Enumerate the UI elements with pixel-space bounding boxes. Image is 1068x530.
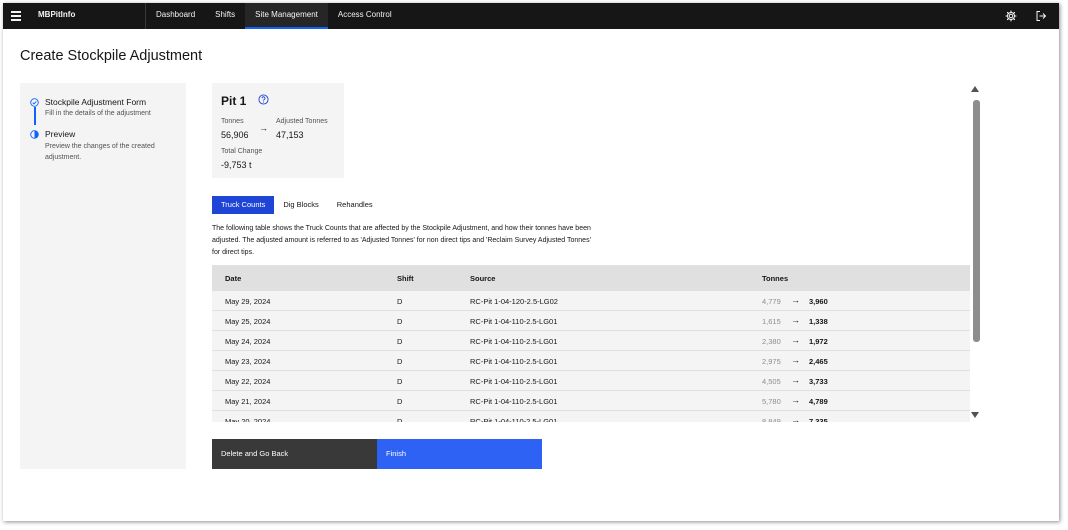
- delete-and-go-back-button[interactable]: Delete and Go Back: [212, 439, 377, 469]
- table-description: The following table shows the Truck Coun…: [212, 225, 591, 256]
- cell-date: May 23, 2024: [225, 357, 271, 366]
- step-subtitle: Fill in the details of the adjustment: [45, 110, 151, 117]
- cell-source: RC-Pit 1-04-110-2.5-LG01: [470, 377, 558, 386]
- gear-icon[interactable]: [1005, 10, 1017, 22]
- cell-shift: D: [397, 417, 403, 422]
- cell-tonnes-original: 2,975: [762, 357, 781, 366]
- finish-button[interactable]: Finish: [377, 439, 542, 469]
- adjusted-tonnes-label: Adjusted Tonnes: [276, 118, 328, 125]
- arrow-right-icon: →: [791, 395, 800, 405]
- cell-source: RC-Pit 1-04-110-2.5-LG01: [470, 417, 558, 422]
- cell-date: May 21, 2024: [225, 397, 271, 406]
- cell-tonnes-adjusted: 1,338: [809, 317, 828, 326]
- table-row: May 22, 2024 D RC-Pit 1-04-110-2.5-LG01 4,5…: [212, 371, 970, 391]
- cell-tonnes-adjusted: 2,465: [809, 357, 828, 366]
- table-row: May 25, 2024 D RC-Pit 1-04-110-2.5-LG01 1,6…: [212, 311, 970, 331]
- step-title: Stockpile Adjustment Form: [45, 97, 147, 107]
- cell-tonnes-adjusted: 7,335: [809, 417, 828, 422]
- logout-icon[interactable]: [1035, 10, 1047, 22]
- step-connector: [34, 107, 36, 125]
- column-header-tonnes[interactable]: Tonnes: [762, 274, 788, 283]
- nav-item-site-management[interactable]: Site Management: [245, 3, 328, 29]
- table-row: May 20, 2024 D RC-Pit 1-04-110-2.5-LG01 8,8…: [212, 411, 970, 422]
- cell-date: May 29, 2024: [225, 297, 271, 306]
- cell-tonnes-adjusted: 3,960: [809, 297, 828, 306]
- step-subtitle: Preview the changes of the created adjus…: [45, 143, 155, 161]
- cell-date: May 20, 2024: [225, 417, 271, 422]
- cell-tonnes-original: 4,505: [762, 377, 781, 386]
- cell-tonnes-original: 8,849: [762, 417, 781, 422]
- cell-shift: D: [397, 337, 403, 346]
- cell-shift: D: [397, 297, 403, 306]
- hamburger-icon[interactable]: [11, 11, 21, 21]
- arrow-right-icon: →: [791, 415, 800, 422]
- table-row: May 24, 2024 D RC-Pit 1-04-110-2.5-LG01 2,3…: [212, 331, 970, 351]
- cell-date: May 24, 2024: [225, 337, 271, 346]
- scroll-down-arrow-icon[interactable]: [971, 412, 979, 418]
- tab-truck-counts[interactable]: Truck Counts: [212, 196, 275, 214]
- table-row: May 21, 2024 D RC-Pit 1-04-110-2.5-LG01 5,7…: [212, 391, 970, 411]
- pit-name: Pit 1: [221, 94, 247, 108]
- cell-source: RC-Pit 1-04-110-2.5-LG01: [470, 357, 558, 366]
- nav-item-access-control[interactable]: Access Control: [328, 3, 402, 29]
- cell-tonnes-original: 5,780: [762, 397, 781, 406]
- cell-tonnes-original: 2,380: [762, 337, 781, 346]
- help-icon[interactable]: [258, 94, 269, 105]
- table-row: May 23, 2024 D RC-Pit 1-04-110-2.5-LG01 2,9…: [212, 351, 970, 371]
- pit-summary-card: Pit 1 Tonnes 56,906 → Adjusted Tonnes 47…: [212, 83, 344, 178]
- cell-shift: D: [397, 317, 403, 326]
- tonnes-label: Tonnes: [221, 118, 244, 125]
- column-header-date[interactable]: Date: [225, 274, 241, 283]
- truck-counts-table: Date Shift Source Tonnes May 29, 2024 D RC…: [212, 265, 970, 422]
- progress-indicator: Stockpile Adjustment Form Fill in the de…: [20, 83, 186, 469]
- total-change-label: Total Change: [221, 148, 263, 155]
- tab-list: Truck Counts Dig Blocks Rehandles: [212, 196, 382, 214]
- scrollbar-thumb[interactable]: [972, 100, 980, 342]
- page-scrollbar[interactable]: [971, 86, 981, 422]
- nav-item-shifts[interactable]: Shifts: [205, 3, 245, 29]
- step-title: Preview: [45, 129, 76, 139]
- cell-source: RC-Pit 1-04-110-2.5-LG01: [470, 317, 558, 326]
- column-header-shift[interactable]: Shift: [397, 274, 414, 283]
- table-row: May 29, 2024 D RC-Pit 1-04-120-2.5-LG02 4,7…: [212, 291, 970, 311]
- cell-shift: D: [397, 377, 403, 386]
- cell-date: May 22, 2024: [225, 377, 271, 386]
- cell-source: RC-Pit 1-04-110-2.5-LG01: [470, 397, 558, 406]
- arrow-right-icon: →: [791, 295, 800, 305]
- cell-tonnes-original: 4,779: [762, 297, 781, 306]
- cell-tonnes-adjusted: 4,789: [809, 397, 828, 406]
- page-title: Create Stockpile Adjustment: [20, 48, 203, 64]
- tab-dig-blocks[interactable]: Dig Blocks: [274, 196, 327, 214]
- top-navigation-bar: MBPitInfo Dashboard Shifts Site Manageme…: [3, 3, 1059, 29]
- arrow-right-icon: →: [791, 375, 800, 385]
- scroll-up-arrow-icon[interactable]: [971, 86, 979, 92]
- cell-shift: D: [397, 357, 403, 366]
- cell-shift: D: [397, 397, 403, 406]
- cell-source: RC-Pit 1-04-120-2.5-LG02: [470, 297, 558, 306]
- cell-tonnes-original: 1,615: [762, 317, 781, 326]
- arrow-right-icon: →: [791, 335, 800, 345]
- arrow-right-icon: →: [791, 315, 800, 325]
- adjusted-tonnes-value: 47,153: [276, 130, 304, 140]
- nav-item-dashboard[interactable]: Dashboard: [146, 3, 205, 29]
- table-header: Date Shift Source Tonnes: [212, 265, 970, 291]
- main-nav: Dashboard Shifts Site Management Access …: [146, 3, 402, 29]
- app-window: MBPitInfo Dashboard Shifts Site Manageme…: [3, 3, 1059, 521]
- cell-date: May 25, 2024: [225, 317, 271, 326]
- cell-tonnes-adjusted: 3,733: [809, 377, 828, 386]
- app-name[interactable]: MBPitInfo: [38, 10, 75, 19]
- cell-source: RC-Pit 1-04-110-2.5-LG01: [470, 337, 558, 346]
- arrow-right-icon: →: [791, 355, 800, 365]
- cell-tonnes-adjusted: 1,972: [809, 337, 828, 346]
- arrow-right-icon: →: [259, 123, 268, 133]
- column-header-source[interactable]: Source: [470, 274, 495, 283]
- total-change-value: -9,753 t: [221, 160, 252, 170]
- tonnes-value: 56,906: [221, 130, 249, 140]
- checkmark-circle-icon: [30, 98, 39, 107]
- tab-rehandles[interactable]: Rehandles: [328, 196, 382, 214]
- half-circle-icon: [30, 130, 39, 139]
